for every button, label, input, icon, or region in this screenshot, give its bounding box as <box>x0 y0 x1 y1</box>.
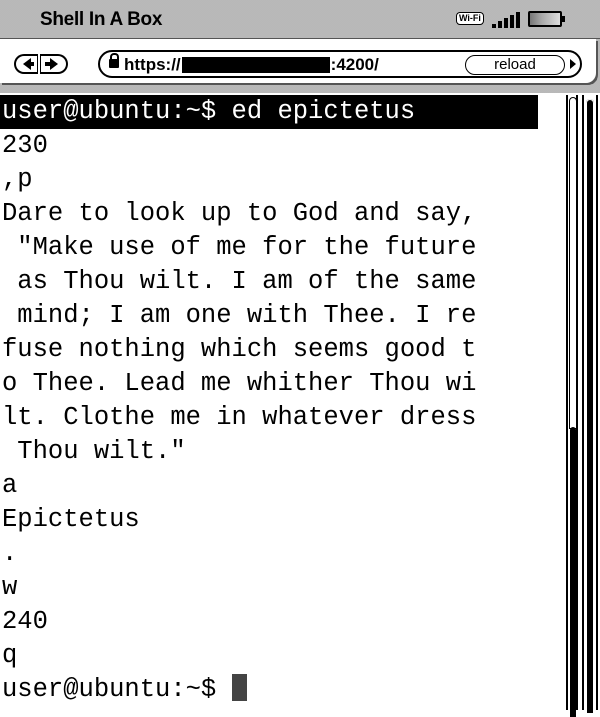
terminal-line: fuse nothing which seems good t <box>2 335 477 364</box>
status-bar: Shell In A Box Wi-Fi <box>0 0 600 39</box>
terminal-line: mind; I am one with Thee. I re <box>2 301 477 330</box>
url-bar[interactable]: https:// :4200/ reload <box>98 50 582 78</box>
terminal-cursor <box>231 674 247 701</box>
page-scrollbar[interactable] <box>582 95 598 714</box>
terminal-line: Thou wilt." <box>2 437 186 466</box>
terminal-line: lt. Clothe me in whatever dress <box>2 403 477 432</box>
terminal-scrollbar-thumb[interactable] <box>570 427 576 717</box>
terminal-line: o Thee. Lead me whither Thou wi <box>2 369 477 398</box>
terminal-line: a <box>2 471 18 500</box>
terminal-line-highlighted: user@ubuntu:~$ ed epictetus <box>0 95 538 129</box>
battery-icon <box>527 11 565 27</box>
terminal-line: q <box>2 641 18 670</box>
terminal-scrollbar-track <box>569 97 577 429</box>
back-arrow-icon <box>22 58 34 70</box>
terminal-scrollbar[interactable] <box>566 95 578 717</box>
signal-strength-icon <box>491 12 520 28</box>
status-icons: Wi-Fi <box>456 10 565 28</box>
terminal-line: "Make use of me for the future <box>2 233 477 262</box>
terminal-line: w <box>2 573 18 602</box>
reload-button[interactable]: reload <box>465 55 565 75</box>
browser-toolbar: https:// :4200/ reload <box>0 39 600 93</box>
toolbar-panel: https:// :4200/ reload <box>0 39 596 83</box>
terminal-prompt-line: user@ubuntu:~$ <box>0 673 564 707</box>
terminal-prompt: user@ubuntu:~$ <box>2 675 232 704</box>
forward-button[interactable] <box>40 54 68 74</box>
url-scheme: https:// <box>124 55 181 74</box>
terminal-line: . <box>2 539 18 568</box>
terminal[interactable]: user@ubuntu:~$ ed epictetus 230 ,p Dare to … <box>0 95 564 710</box>
play-arrow-icon[interactable] <box>570 59 576 69</box>
forward-arrow-icon <box>44 58 58 70</box>
back-button[interactable] <box>14 54 38 74</box>
terminal-line: Dare to look up to God and say, <box>2 199 477 228</box>
terminal-output: user@ubuntu:~$ ed epictetus 230 ,p Dare to … <box>0 95 564 673</box>
terminal-line: 240 <box>2 607 48 636</box>
url-text[interactable]: https:// :4200/ <box>124 54 379 76</box>
url-port-path: :4200/ <box>330 55 379 74</box>
terminal-line: as Thou wilt. I am of the same <box>2 267 477 296</box>
wifi-icon: Wi-Fi <box>456 12 484 25</box>
nav-buttons <box>14 54 68 74</box>
terminal-line: 230 <box>2 131 48 160</box>
page-scrollbar-thumb[interactable] <box>586 99 594 714</box>
terminal-line: ,p <box>2 165 33 194</box>
url-host-redacted <box>181 57 330 73</box>
lock-icon <box>109 53 119 68</box>
terminal-line: Epictetus <box>2 505 140 534</box>
app-title: Shell In A Box <box>40 9 163 30</box>
